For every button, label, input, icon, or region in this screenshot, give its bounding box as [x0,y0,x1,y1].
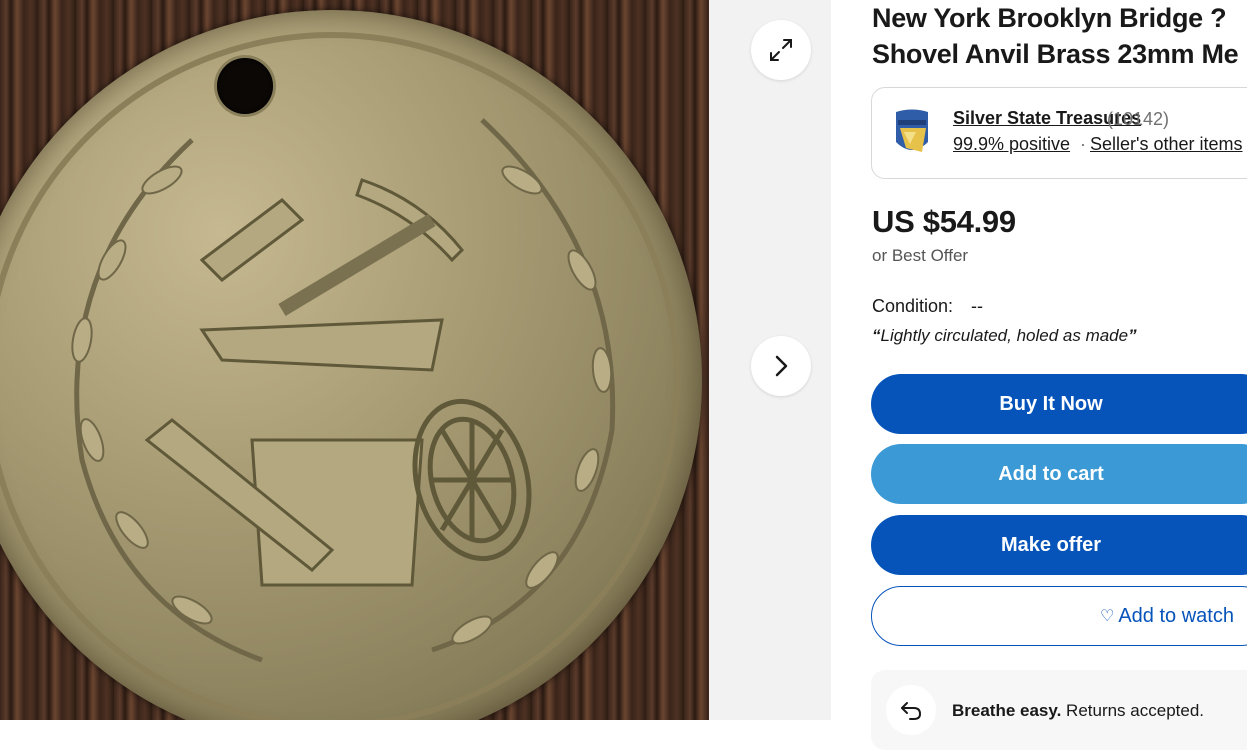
add-to-cart-label: Add to cart [998,462,1104,485]
seller-feedback-count: (10142) [1107,109,1170,129]
coin-image [0,10,702,720]
seller-card: Silver State Treasures (10142) 99.9% pos… [871,87,1247,179]
condition-quote: “Lightly circulated, holed as made” [872,326,1137,345]
title-line-2: Shovel Anvil Brass 23mm Me [872,39,1239,69]
condition-label: Condition: [872,296,954,316]
add-to-watchlist-button[interactable]: ♡ Add to watch [871,586,1247,646]
seller-positive-link[interactable]: 99.9% positive [953,134,1070,155]
buy-it-now-label: Buy It Now [999,392,1103,415]
condition-value: -- [971,296,983,316]
make-offer-label: Make offer [1000,533,1102,556]
product-image[interactable] [0,0,709,720]
separator-dot: · [1080,134,1086,154]
add-to-watchlist-label: Add to watch [1118,604,1234,627]
return-arrow-icon [886,685,936,735]
best-offer-label: or Best Offer [872,246,969,265]
returns-card: Breathe easy. Returns accepted. [871,670,1247,750]
buy-it-now-button[interactable]: Buy It Now [871,374,1247,434]
seller-logo[interactable] [892,108,932,156]
returns-detail: Returns accepted. [1061,701,1205,720]
returns-text: Breathe easy. Returns accepted. [952,701,1204,721]
condition-quote-text: Lightly circulated, holed as made [880,326,1129,345]
seller-logo-icon [896,109,928,152]
returns-bold: Breathe easy. [952,701,1062,720]
heart-icon: ♡ [1100,608,1115,625]
expand-arrows-icon [770,39,792,61]
make-offer-button[interactable]: Make offer [871,515,1247,575]
expand-button[interactable] [751,20,811,80]
seller-other-items-link[interactable]: Seller's other items [1090,134,1243,155]
listing-title: New York Brooklyn Bridge ? Shovel Anvil … [872,0,1247,72]
title-line-1: New York Brooklyn Bridge ? [872,3,1227,33]
chevron-right-icon [775,355,788,377]
add-to-cart-button[interactable]: Add to cart [871,444,1247,504]
coin-engraving [0,32,680,720]
coin-hole [217,58,273,114]
next-image-button[interactable] [751,336,811,396]
price: US $54.99 [872,204,1016,239]
